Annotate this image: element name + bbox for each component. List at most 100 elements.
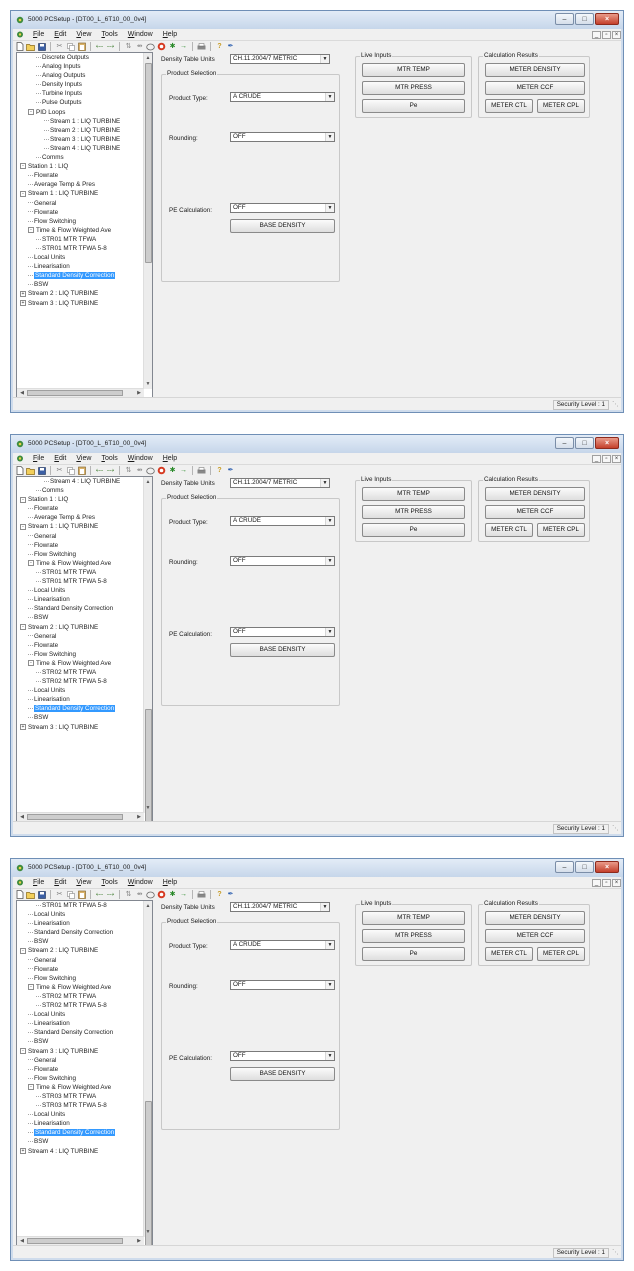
open-folder-icon[interactable]	[26, 42, 35, 51]
tree-item[interactable]: Analog Inputs	[17, 62, 144, 71]
forward-icon[interactable]: ⤏	[106, 890, 115, 899]
product-type-select[interactable]: A CRUDE ▼	[230, 516, 335, 526]
scroll-up-icon[interactable]: ▲	[144, 478, 152, 486]
tree-item[interactable]: General	[17, 632, 144, 641]
horizontal-scroll-thumb[interactable]	[27, 814, 123, 820]
base-density-button[interactable]: BASE DENSITY	[230, 219, 335, 233]
menu-help[interactable]: Help	[158, 31, 182, 38]
paste-icon[interactable]	[77, 42, 86, 51]
tree-item[interactable]: BSW	[17, 280, 144, 289]
expand-icon[interactable]: +	[20, 1147, 26, 1154]
rounding-select[interactable]: OFF ▼	[230, 132, 335, 142]
new-file-icon[interactable]	[15, 466, 24, 475]
tree-item[interactable]: Standard Density Correction	[17, 271, 144, 280]
expand-icon[interactable]: +	[20, 299, 26, 306]
collapse-icon[interactable]: -	[28, 560, 34, 567]
copy-icon[interactable]	[66, 42, 75, 51]
scroll-right-icon[interactable]: ▶	[135, 813, 143, 821]
tree-item[interactable]: Pulse Outputs	[17, 98, 144, 107]
chevron-down-icon[interactable]: ▼	[320, 55, 329, 63]
tree-item[interactable]: - Time & Flow Weighted Ave	[17, 1083, 144, 1092]
tree-item[interactable]: Standard Density Correction	[17, 928, 144, 937]
resize-grip-icon[interactable]: ⋱	[612, 401, 620, 409]
minimize-button[interactable]: –	[555, 13, 574, 25]
stop-icon[interactable]	[157, 890, 166, 899]
save-icon[interactable]	[37, 42, 46, 51]
print-icon[interactable]	[197, 42, 206, 51]
forward-icon[interactable]: ⤏	[106, 466, 115, 475]
tree-item[interactable]: Local Units	[17, 910, 144, 919]
chevron-down-icon[interactable]: ▼	[325, 557, 334, 565]
send-icon[interactable]: →	[179, 466, 188, 475]
collapse-icon[interactable]: -	[28, 108, 34, 115]
pe-calculation-select[interactable]: OFF ▼	[230, 627, 335, 637]
tree-item[interactable]: - Stream 1 : LIQ TURBINE	[17, 522, 144, 531]
chevron-down-icon[interactable]: ▼	[320, 903, 329, 911]
navigation-tree[interactable]: STR01 MTR TFWA 5-8 Local Units Linearisati…	[16, 900, 153, 1246]
tree-item[interactable]: Flowrate	[17, 504, 144, 513]
collapse-icon[interactable]: -	[20, 190, 26, 197]
meter-ctl-button[interactable]: METER CTL	[485, 99, 533, 113]
scroll-left-icon[interactable]: ◀	[18, 389, 26, 397]
minimize-button[interactable]: –	[555, 861, 574, 873]
tree-item[interactable]: Stream 4 : LIQ TURBINE	[17, 144, 144, 153]
tree-item[interactable]: Local Units	[17, 686, 144, 695]
tree-item[interactable]: STR01 MTR TFWA	[17, 235, 144, 244]
tree-item[interactable]: Comms	[17, 486, 144, 495]
cut-icon[interactable]: ✂	[55, 890, 64, 899]
tree-item[interactable]: Linearisation	[17, 695, 144, 704]
pe-button[interactable]: Pe	[362, 523, 465, 537]
scroll-thumb[interactable]	[145, 1101, 152, 1245]
collapse-icon[interactable]: -	[20, 163, 26, 170]
close-button[interactable]: ×	[595, 13, 619, 25]
comms-icon[interactable]	[146, 466, 155, 475]
close-button[interactable]: ×	[595, 861, 619, 873]
tree-item[interactable]: + Stream 4 : LIQ TURBINE	[17, 1147, 144, 1156]
tree-item[interactable]: Stream 4 : LIQ TURBINE	[17, 477, 144, 486]
tree-item[interactable]: STR01 MTR TFWA 5-8	[17, 577, 144, 586]
density-table-units-select[interactable]: CH.11.2004/7 METRIC ▼	[230, 902, 330, 912]
tree-item[interactable]: Flow Switching	[17, 217, 144, 226]
mtr-temp-button[interactable]: MTR TEMP	[362, 487, 465, 501]
tree-item[interactable]: STR01 MTR TFWA 5-8	[17, 244, 144, 253]
tree-item[interactable]: Comms	[17, 153, 144, 162]
tree-item[interactable]: Linearisation	[17, 919, 144, 928]
tree-item[interactable]: General	[17, 956, 144, 965]
horizontal-scroll-thumb[interactable]	[27, 390, 123, 396]
title-bar[interactable]: 5000 PCSetup - [DT00_L_6T10_00_0v4] – □ …	[11, 859, 623, 877]
chevron-down-icon[interactable]: ▼	[325, 204, 334, 212]
pe-button[interactable]: Pe	[362, 947, 465, 961]
stop-icon[interactable]	[157, 466, 166, 475]
pen-icon[interactable]: ✒	[226, 466, 235, 475]
menu-view[interactable]: View	[71, 455, 96, 462]
mtr-temp-button[interactable]: MTR TEMP	[362, 911, 465, 925]
menu-tools[interactable]: Tools	[96, 455, 122, 462]
meter-ccf-button[interactable]: METER CCF	[485, 505, 585, 519]
download-icon[interactable]: ✱	[168, 890, 177, 899]
disconnect-icon[interactable]: ⇴	[135, 890, 144, 899]
tree-item[interactable]: Standard Density Correction	[17, 604, 144, 613]
tree-horizontal-scrollbar[interactable]: ◀ ▶	[17, 812, 144, 821]
tree-item[interactable]: Standard Density Correction	[17, 704, 144, 713]
new-file-icon[interactable]	[15, 42, 24, 51]
tree-item[interactable]: Flowrate	[17, 965, 144, 974]
product-type-select[interactable]: A CRUDE ▼	[230, 940, 335, 950]
tree-horizontal-scrollbar[interactable]: ◀ ▶	[17, 388, 144, 397]
mtr-press-button[interactable]: MTR PRESS	[362, 929, 465, 943]
connect-icon[interactable]: ⇅	[124, 466, 133, 475]
chevron-down-icon[interactable]: ▼	[325, 133, 334, 141]
tree-item[interactable]: Stream 1 : LIQ TURBINE	[17, 117, 144, 126]
tree-item[interactable]: Flowrate	[17, 641, 144, 650]
tree-vertical-scrollbar[interactable]: ▲ ▼	[143, 901, 152, 1245]
pen-icon[interactable]: ✒	[226, 890, 235, 899]
tree-item[interactable]: + Stream 3 : LIQ TURBINE	[17, 299, 144, 308]
save-icon[interactable]	[37, 466, 46, 475]
document-close-button[interactable]: ×	[612, 878, 621, 887]
tree-item[interactable]: Local Units	[17, 253, 144, 262]
tree-item[interactable]: Analog Outputs	[17, 71, 144, 80]
horizontal-scroll-thumb[interactable]	[27, 1238, 123, 1244]
tree-item[interactable]: - Stream 1 : LIQ TURBINE	[17, 189, 144, 198]
tree-item[interactable]: Linearisation	[17, 1119, 144, 1128]
tree-item[interactable]: - Stream 2 : LIQ TURBINE	[17, 623, 144, 632]
scroll-right-icon[interactable]: ▶	[135, 389, 143, 397]
